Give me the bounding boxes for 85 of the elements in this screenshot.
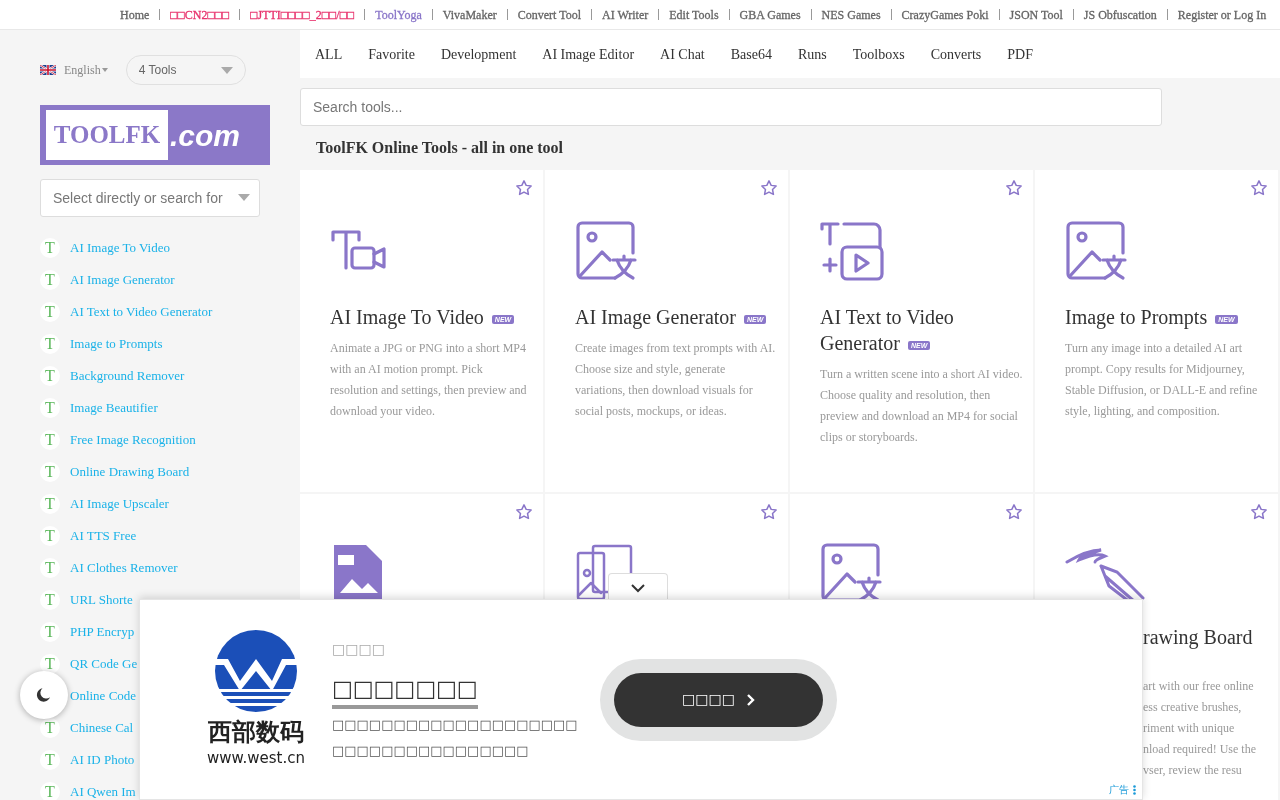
ad-label: 广告 <box>1109 783 1129 797</box>
category-tab[interactable]: Converts <box>930 43 982 65</box>
top-nav-link[interactable]: ToolYoga <box>375 5 422 24</box>
tool-letter-icon: T <box>40 782 60 800</box>
top-nav-link[interactable]: GBA Games <box>739 5 801 24</box>
category-tab[interactable]: Toolboxs <box>852 43 905 65</box>
top-nav-link[interactable]: □□CN2□□□ <box>170 5 230 24</box>
star-icon[interactable] <box>1005 179 1023 197</box>
top-nav-link[interactable]: Convert Tool <box>517 5 581 24</box>
category-tab[interactable]: AI Image Editor <box>542 43 635 65</box>
caret-icon <box>220 66 233 74</box>
chevron-down-icon <box>630 582 646 593</box>
image-translate-icon <box>1065 220 1127 282</box>
top-nav-link[interactable]: AI Writer <box>602 5 649 24</box>
flag-icon <box>40 65 56 75</box>
ad-text-line: □□□□□□□□□□□□□□□□□□□□ <box>332 715 579 734</box>
tool-description-line: nload required! Use the <box>1143 741 1257 758</box>
tool-letter-icon: T <box>40 462 60 482</box>
search-field[interactable]: Search tools... <box>300 88 1162 126</box>
sponsor-logo-icon <box>214 629 298 714</box>
star-icon[interactable] <box>515 503 533 521</box>
tool-letter-icon: T <box>40 750 60 770</box>
site-logo[interactable]: TOOLFK .com <box>40 105 270 165</box>
category-tab[interactable]: Favorite <box>368 43 415 65</box>
tool-letter-icon: T <box>40 334 60 354</box>
caret-icon <box>238 194 250 201</box>
category-tab[interactable]: AI Chat <box>660 43 705 65</box>
image-translate-icon <box>575 220 637 282</box>
tool-letter-icon: T <box>40 398 60 418</box>
sponsor-url: www.west.cn <box>207 748 305 770</box>
top-nav-link[interactable]: Edit Tools <box>669 5 719 24</box>
tool-letter-icon: T <box>40 654 60 674</box>
category-tab[interactable]: ALL <box>315 43 343 65</box>
star-icon[interactable] <box>1250 503 1268 521</box>
tool-letter-icon: T <box>40 526 60 546</box>
tool-letter-icon: T <box>40 366 60 386</box>
more-options-icon[interactable] <box>1133 784 1136 795</box>
tool-description-line: art with our free online <box>1143 678 1255 695</box>
tool-description-line: riment with unique <box>1143 720 1236 737</box>
tool-description: Create images from text prompts with AI. Choose size and style, generate variations, then download visuals for social posts, mockups, or ideas. <box>575 340 777 420</box>
tool-letter-icon: T <box>40 302 60 322</box>
chevron-right-icon <box>746 693 755 706</box>
tool-letter-icon: T <box>40 270 60 290</box>
star-icon[interactable] <box>760 503 778 521</box>
tool-description-line: ess creative brushes, <box>1143 699 1243 716</box>
tool-title: rawing Board <box>1142 625 1254 650</box>
star-icon[interactable] <box>1250 179 1268 197</box>
language-selector[interactable]: English <box>64 61 101 79</box>
section-heading: ToolFK Online Tools - all in one tool <box>315 138 565 158</box>
tool-letter-icon: T <box>40 590 60 610</box>
star-icon[interactable] <box>760 179 778 197</box>
category-tab[interactable]: Development <box>440 43 517 65</box>
top-nav-link[interactable]: Register or Log In <box>1177 5 1267 24</box>
star-icon[interactable] <box>515 179 533 197</box>
category-tab[interactable]: Base64 <box>730 43 772 65</box>
category-tab[interactable]: Runs <box>798 43 827 65</box>
top-nav-link[interactable]: NES Games <box>821 5 881 24</box>
text-video-play-icon <box>820 221 884 281</box>
top-nav-link[interactable]: Home <box>120 5 150 24</box>
top-nav-link[interactable]: VivaMaker <box>442 5 497 24</box>
tool-letter-icon: T <box>40 558 60 578</box>
tool-letter-icon: T <box>40 622 60 642</box>
top-nav-link[interactable]: JS Obfuscation <box>1083 5 1157 24</box>
tool-letter-icon: T <box>40 430 60 450</box>
tool-description: Turn any image into a detailed AI art prompt. Copy results for Midjourney, Stable Diffusion, or DALL-E and refine style, lighting, and composition. <box>1065 340 1259 420</box>
ad-text-line: □□□□□□□□□□□□□□□□ <box>332 741 530 760</box>
tool-description-line: vser, review the resu <box>1143 762 1243 779</box>
tool-description: Turn a written scene into a short AI video. Choose quality and resolution, then preview and download an MP4 for social clips or storyboards. <box>820 366 1023 446</box>
category-tab[interactable]: PDF <box>1007 43 1033 65</box>
top-nav-link[interactable]: JSON Tool <box>1009 5 1063 24</box>
ad-cta-button[interactable]: □□□□ <box>614 672 823 727</box>
top-nav-link[interactable]: □JTTI□□□□_2□□/□□ <box>250 5 355 24</box>
tool-description: Animate a JPG or PNG into a short MP4 with an AI motion prompt. Pick resolution and settings, then preview and download your video. <box>330 340 528 420</box>
ad-kicker: □□□□ <box>332 639 386 659</box>
sponsor-name: 西部数码 <box>208 717 304 748</box>
dark-mode-button[interactable] <box>20 671 68 719</box>
tool-letter-icon: T <box>40 238 60 258</box>
tool-search-select[interactable]: Select directly or search for <box>40 179 260 217</box>
caret-icon <box>101 67 108 73</box>
top-nav-link[interactable]: CrazyGames Poki <box>901 5 989 24</box>
ad-headline[interactable]: □□□□□□□ <box>332 671 478 709</box>
tool-letter-icon: T <box>40 494 60 514</box>
collapse-ad-tooltip[interactable] <box>608 573 668 601</box>
star-icon[interactable] <box>1005 503 1023 521</box>
tool-letter-icon: T <box>40 718 60 738</box>
